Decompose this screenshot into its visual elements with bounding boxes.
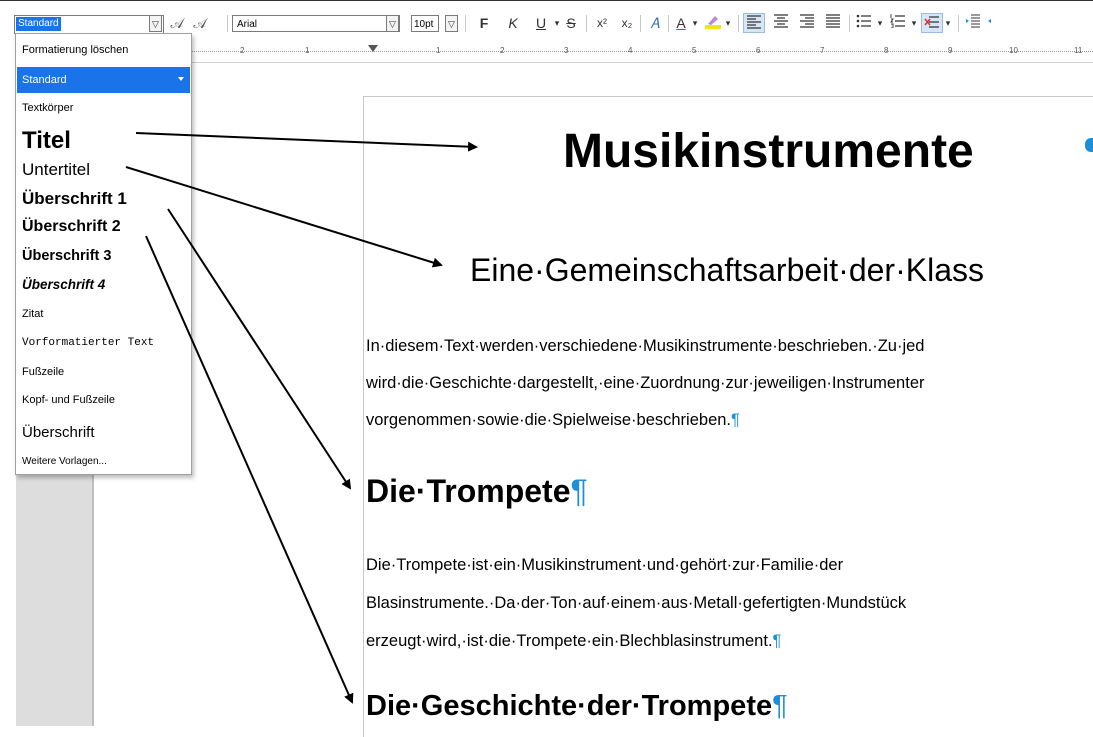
font-name-dropdown-button[interactable]: ▽ bbox=[386, 15, 399, 32]
style-option-vorformatierter-text[interactable]: Vorformatierter Text bbox=[22, 337, 154, 349]
ruler-indent-marker[interactable] bbox=[368, 45, 378, 52]
subscript-button[interactable]: x₂ bbox=[617, 13, 637, 33]
style-option-textkoerper[interactable]: Textkörper bbox=[22, 102, 73, 114]
document-title[interactable]: Musikinstrumente bbox=[563, 124, 974, 179]
style-option-weitere-vorlagen[interactable]: Weitere Vorlagen... bbox=[22, 456, 107, 467]
ruler-number: 2 bbox=[500, 46, 505, 55]
arrow-ueberschrift-1 bbox=[167, 208, 352, 490]
formatting-toolbar: Standard ▽ 𝒜 𝒜 Arial ▽ 10pt ▽ F K U ▾ S … bbox=[0, 0, 1093, 35]
toolbar-separator bbox=[586, 15, 587, 32]
pilcrow-mark: ¶ bbox=[772, 632, 782, 650]
toolbar-separator bbox=[849, 15, 850, 32]
ruler-number: 7 bbox=[820, 46, 825, 55]
highlight-color-icon[interactable] bbox=[703, 13, 723, 33]
increase-indent-icon[interactable] bbox=[962, 13, 984, 33]
toolbar-separator bbox=[640, 15, 641, 32]
paragraph-line[interactable]: Blasinstrumente.·Da·der·Ton·auf·einem·au… bbox=[366, 594, 906, 613]
style-option-ueberschrift[interactable]: Überschrift bbox=[22, 424, 95, 441]
heading-1-text: Die·Trompete bbox=[366, 473, 571, 509]
unordered-list-dropdown-icon[interactable]: ▾ bbox=[875, 13, 885, 33]
highlight-dropdown-icon[interactable]: ▾ bbox=[723, 13, 733, 33]
ruler-number: 5 bbox=[692, 46, 697, 55]
horizontal-ruler[interactable]: 2 1 1 2 3 4 5 6 7 8 9 10 11 bbox=[190, 44, 1093, 63]
title-pilcrow-mark bbox=[1085, 138, 1093, 152]
new-style-icon[interactable]: 𝒜 bbox=[190, 13, 210, 33]
strikethrough-button[interactable]: S bbox=[563, 13, 579, 33]
style-option-ueberschrift-2[interactable]: Überschrift 2 bbox=[22, 218, 121, 236]
toolbar-separator bbox=[668, 15, 669, 32]
ruler-number: 10 bbox=[1009, 46, 1018, 55]
ruler-number: 6 bbox=[756, 46, 761, 55]
paragraph-line[interactable]: erzeugt·wird,·ist·die·Trompete·ein·Blech… bbox=[366, 632, 781, 651]
document-subtitle[interactable]: Eine·Gemeinschaftsarbeit·der·Klass bbox=[470, 252, 984, 289]
pilcrow-mark: ¶ bbox=[731, 411, 740, 429]
style-option-ueberschrift-4[interactable]: Überschrift 4 bbox=[22, 277, 105, 292]
decrease-indent-icon[interactable] bbox=[986, 13, 998, 33]
ruler-dots bbox=[190, 51, 1093, 53]
font-name-select[interactable]: Arial bbox=[232, 15, 400, 32]
style-option-arrow-icon[interactable] bbox=[178, 77, 184, 81]
style-option-ueberschrift-3[interactable]: Überschrift 3 bbox=[22, 248, 111, 264]
style-option-clear-formatting[interactable]: Formatierung löschen bbox=[22, 44, 128, 56]
superscript-button[interactable]: x² bbox=[592, 13, 612, 33]
paragraph-line[interactable]: In·diesem·Text·werden·verschiedene·Musik… bbox=[366, 337, 924, 356]
no-list-dropdown-icon[interactable]: ▾ bbox=[943, 13, 953, 33]
heading-2-text: Die·Geschichte·der·Trompete bbox=[366, 690, 773, 722]
ruler-number: 4 bbox=[628, 46, 633, 55]
style-option-untertitel[interactable]: Untertitel bbox=[22, 160, 90, 180]
italic-button[interactable]: K bbox=[505, 13, 521, 33]
style-option-zitat[interactable]: Zitat bbox=[22, 308, 43, 320]
toolbar-separator bbox=[738, 15, 739, 32]
paragraph-style-dropdown-button[interactable]: ▽ bbox=[149, 15, 162, 32]
underline-dropdown-icon[interactable]: ▾ bbox=[552, 13, 562, 33]
heading-2[interactable]: Die·Geschichte·der·Trompete¶ bbox=[366, 690, 788, 723]
heading-1[interactable]: Die·Trompete¶ bbox=[366, 473, 588, 510]
ruler-number: 3 bbox=[564, 46, 569, 55]
ordered-list-icon[interactable] bbox=[887, 13, 909, 33]
paragraph-line[interactable]: Die·Trompete·ist·ein·Musikinstrument·und… bbox=[366, 556, 843, 575]
unordered-list-icon[interactable] bbox=[853, 13, 875, 33]
align-left-icon[interactable] bbox=[743, 13, 765, 33]
underline-button[interactable]: U bbox=[533, 13, 549, 33]
font-color-icon[interactable]: A bbox=[672, 13, 690, 33]
style-option-kopf-und-fusszeile[interactable]: Kopf- und Fußzeile bbox=[22, 394, 115, 406]
align-right-icon[interactable] bbox=[796, 13, 818, 33]
paragraph-line[interactable]: vorgenommen·sowie·die·Spielweise·beschri… bbox=[366, 411, 740, 430]
style-option-standard[interactable]: Standard bbox=[17, 67, 190, 93]
pilcrow-mark: ¶ bbox=[570, 473, 588, 509]
font-size-dropdown-button[interactable]: ▽ bbox=[445, 15, 458, 32]
bold-button[interactable]: F bbox=[476, 13, 492, 33]
font-color-dropdown-icon[interactable]: ▾ bbox=[690, 13, 700, 33]
ruler-number: 2 bbox=[240, 46, 245, 55]
paragraph-style-value: Standard bbox=[16, 17, 61, 31]
pilcrow-mark: ¶ bbox=[772, 690, 788, 722]
font-size-select[interactable]: 10pt bbox=[411, 15, 439, 32]
no-list-icon[interactable] bbox=[921, 13, 943, 33]
ruler-number: 9 bbox=[948, 46, 953, 55]
ruler-number: 8 bbox=[884, 46, 889, 55]
update-style-icon[interactable]: 𝒜 bbox=[167, 13, 187, 33]
clear-formatting-icon[interactable]: 𝐴 bbox=[646, 13, 664, 33]
paragraph-text: vorgenommen·sowie·die·Spielweise·beschri… bbox=[366, 411, 732, 429]
ordered-list-dropdown-icon[interactable]: ▾ bbox=[909, 13, 919, 33]
justify-icon[interactable] bbox=[822, 13, 844, 33]
style-option-standard-label: Standard bbox=[22, 74, 67, 86]
toolbar-separator bbox=[227, 15, 228, 32]
ruler-number: 1 bbox=[305, 46, 310, 55]
style-option-ueberschrift-1[interactable]: Überschrift 1 bbox=[22, 189, 127, 209]
paragraph-style-select[interactable]: Standard bbox=[14, 15, 164, 34]
toolbar-separator bbox=[465, 15, 466, 32]
align-center-icon[interactable] bbox=[770, 13, 792, 33]
paragraph-style-dropdown-list: Formatierung löschen Standard Textkörper… bbox=[15, 33, 192, 475]
ruler-number: 11 bbox=[1074, 46, 1083, 55]
style-option-titel[interactable]: Titel bbox=[22, 127, 71, 155]
ruler-number: 1 bbox=[436, 46, 441, 55]
style-option-fusszeile[interactable]: Fußzeile bbox=[22, 366, 64, 378]
toolbar-separator bbox=[958, 15, 959, 32]
paragraph-text: erzeugt·wird,·ist·die·Trompete·ein·Blech… bbox=[366, 632, 773, 650]
document-title-text: Musikinstrumente bbox=[563, 125, 974, 178]
paragraph-line[interactable]: wird·die·Geschichte·dargestellt,·eine·Zu… bbox=[366, 374, 925, 393]
